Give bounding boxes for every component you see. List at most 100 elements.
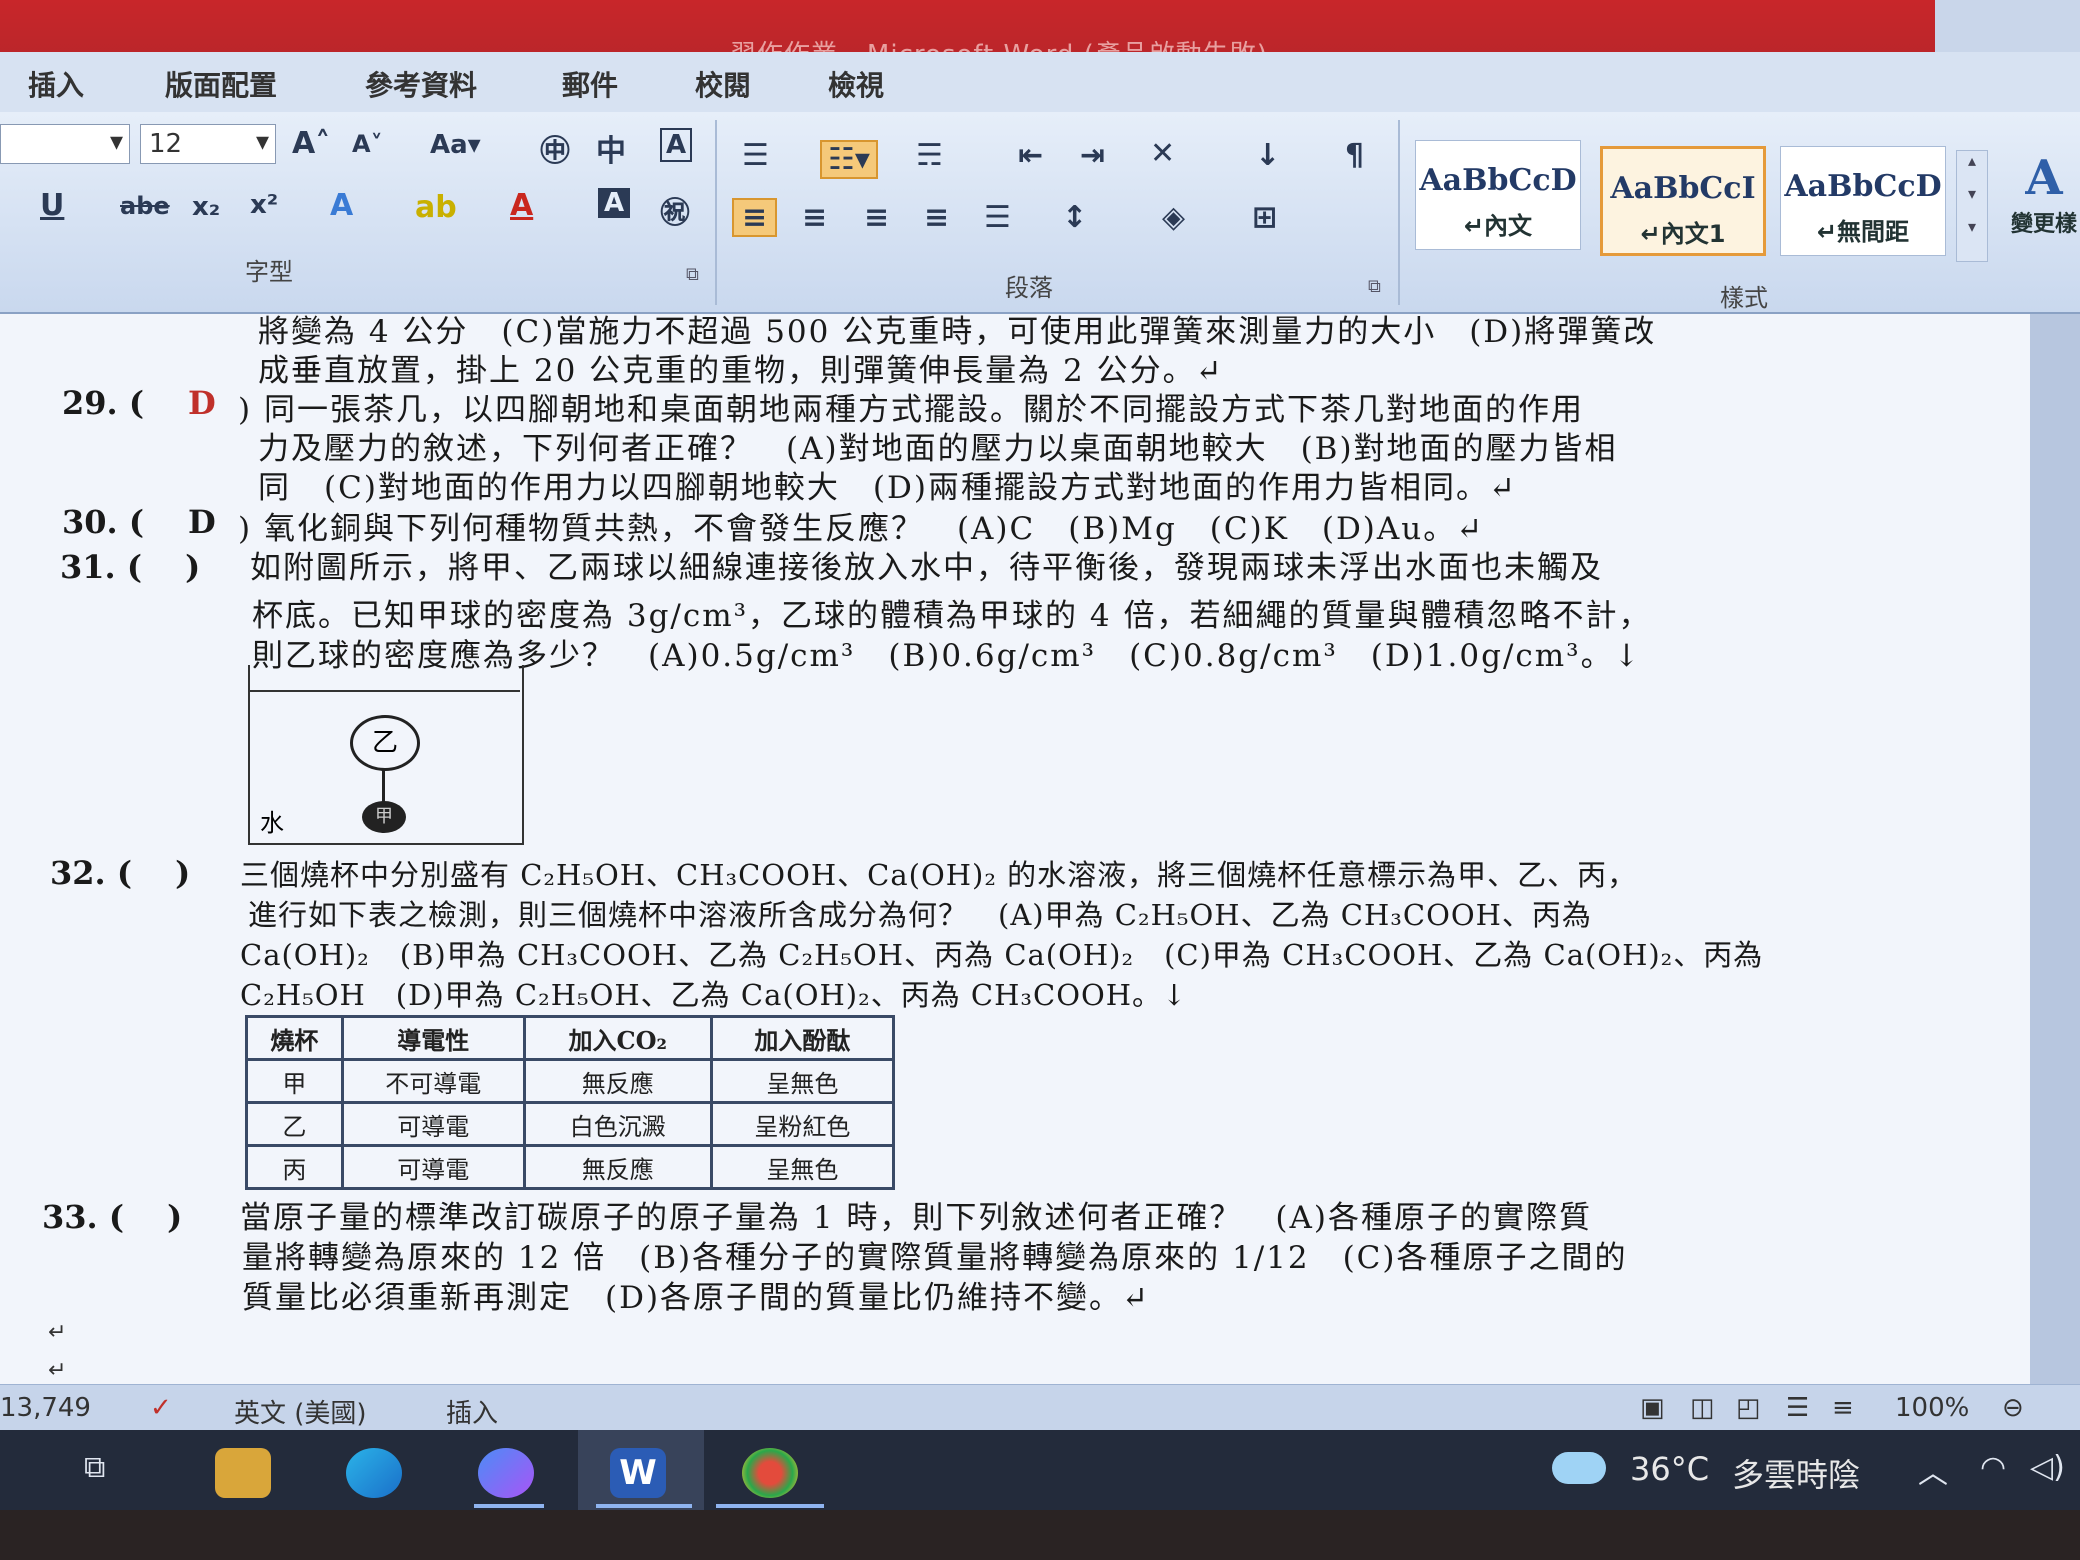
table-cell: 呈粉紅色 <box>709 1101 896 1147</box>
sort-icon[interactable]: ↓ <box>1255 138 1280 173</box>
word-icon[interactable]: W <box>610 1448 666 1498</box>
dialog-launcher-icon[interactable]: ⧉ <box>686 264 699 285</box>
font-size-combo[interactable]: 12 ▾ <box>140 124 276 164</box>
character-border-icon[interactable]: A <box>660 128 693 162</box>
messenger-icon[interactable] <box>478 1448 534 1498</box>
outline-icon[interactable]: ☰ <box>1786 1393 1809 1423</box>
show-formatting-icon[interactable]: ¶ <box>1345 138 1364 173</box>
table-header: 加入酚酞 <box>709 1015 896 1061</box>
draft-icon[interactable]: ≡ <box>1832 1393 1854 1423</box>
grow-font-icon[interactable]: A˄ <box>292 126 330 161</box>
align-center-icon[interactable]: ≡ <box>802 200 827 235</box>
borders-icon[interactable]: ⊞ <box>1252 200 1277 235</box>
tab-mailings[interactable]: 郵件 <box>562 64 618 104</box>
ribbon-separator <box>1398 120 1400 305</box>
style-name: ↵內文 <box>1463 212 1533 240</box>
test-results-table: 燒杯 導電性 加入CO₂ 加入酚酞 甲 不可導電 無反應 呈無色 乙 可導電 白… <box>245 1015 896 1190</box>
tab-references[interactable]: 參考資料 <box>365 64 477 104</box>
enclose-characters-icon[interactable]: ㊗ <box>660 188 690 232</box>
text-effects-icon[interactable]: A <box>330 188 353 223</box>
table-row: 甲 不可導電 無反應 呈無色 <box>245 1058 896 1104</box>
wifi-icon[interactable]: ◠ <box>1980 1450 2006 1485</box>
status-bar: 13,749 ✓ 英文 (美國) 插入 ▣ ◫ ◰ ☰ ≡ 100% ⊖ <box>0 1384 2080 1430</box>
justify-icon[interactable]: ≡ <box>924 200 949 235</box>
file-explorer-icon[interactable] <box>215 1448 271 1498</box>
chevron-down-icon: ▾ <box>1967 184 1977 203</box>
phonetic-guide-icon[interactable]: ㊥ <box>540 126 570 170</box>
table-row: 丙 可導電 無反應 呈無色 <box>245 1144 896 1190</box>
paragraph-group-label: 段落 <box>1005 274 1053 302</box>
cloud-icon <box>1552 1452 1606 1484</box>
word-count[interactable]: 13,749 <box>0 1393 91 1423</box>
table-cell: 呈無色 <box>709 1144 896 1190</box>
highlight-icon[interactable]: ab <box>415 190 457 225</box>
q33-number: 33. ( ) <box>42 1198 183 1236</box>
font-color-icon[interactable]: A <box>510 188 533 223</box>
chinese-layout-icon[interactable]: 中 <box>596 126 626 170</box>
q31-line-2: 杯底。已知甲球的密度為 3g/cm³，乙球的體積為甲球的 4 倍，若細繩的質量與… <box>252 598 1652 634</box>
font-name-combo[interactable]: ▾ <box>0 124 130 164</box>
asian-layout-icon[interactable]: ✕ <box>1150 136 1175 171</box>
q29-answer[interactable]: D <box>188 384 216 422</box>
change-styles-button[interactable]: A 變更樣 <box>2008 150 2080 238</box>
strikethrough-icon[interactable]: abe <box>120 192 170 220</box>
styles-group-label: 樣式 <box>1720 284 1768 312</box>
underline-icon[interactable]: U <box>40 188 64 223</box>
style-normal[interactable]: AaBbCcD ↵內文 <box>1415 140 1581 250</box>
shading-icon[interactable]: ◈ <box>1162 200 1185 235</box>
q31-number: 31. ( ) <box>60 548 201 586</box>
ball-jia: 甲 <box>362 801 406 833</box>
styles-scroll[interactable]: ▴ ▾ ▾ <box>1956 150 1988 262</box>
change-case-icon[interactable]: Aa▾ <box>430 130 481 160</box>
line-spacing-icon[interactable]: ↕ <box>1062 200 1087 235</box>
tab-view[interactable]: 檢視 <box>828 64 884 104</box>
style-no-spacing[interactable]: AaBbCcD ↵無間距 <box>1780 146 1946 256</box>
superscript-icon[interactable]: x² <box>250 190 278 220</box>
web-layout-icon[interactable]: ◰ <box>1736 1393 1761 1423</box>
align-left-icon[interactable]: ≡ <box>732 198 778 237</box>
style-sample: AaBbCcI <box>1610 171 1756 206</box>
zoom-level[interactable]: 100% <box>1895 1393 1969 1423</box>
tab-insert[interactable]: 插入 <box>28 64 84 104</box>
decrease-indent-icon[interactable]: ⇤ <box>1018 138 1043 173</box>
q31-line-1: 如附圖所示，將甲、乙兩球以細線連接後放入水中，待平衡後，發現兩球未浮出水面也未觸… <box>250 550 1603 586</box>
q29-line-3: 同 (C)對地面的作用力以四腳朝地較大 (D)兩種擺設方式對地面的作用力皆相同。… <box>258 470 1517 506</box>
numbering-icon[interactable]: ☷▾ <box>820 140 878 179</box>
style-normal1[interactable]: AaBbCcI ↵內文1 <box>1600 146 1766 256</box>
task-view-icon[interactable]: ⧉ <box>84 1450 105 1485</box>
language-status[interactable]: 英文 (美國) <box>234 1393 367 1430</box>
screen: 習作作業 - Microsoft Word (產品啟動失敗) 插入 版面配置 參… <box>0 0 2080 1430</box>
beaker-figure: 乙 甲 水 <box>248 665 524 845</box>
dialog-launcher-icon[interactable]: ⧉ <box>1368 276 1381 297</box>
table-cell: 可導電 <box>340 1144 526 1190</box>
volume-icon[interactable]: ◁) <box>2030 1450 2065 1485</box>
edge-icon[interactable] <box>346 1448 402 1498</box>
weather-desc[interactable]: 多雲時陰 <box>1732 1450 1860 1496</box>
q30-number: 30. ( <box>62 503 144 541</box>
active-indicator <box>596 1504 692 1508</box>
full-screen-reading-icon[interactable]: ◫ <box>1690 1393 1715 1423</box>
align-right-icon[interactable]: ≡ <box>864 200 889 235</box>
multilevel-list-icon[interactable]: ☴ <box>916 138 943 173</box>
increase-indent-icon[interactable]: ⇥ <box>1080 138 1105 173</box>
subscript-icon[interactable]: x₂ <box>192 192 220 222</box>
weather-temp[interactable]: 36°C <box>1630 1450 1709 1488</box>
paragraph-mark-icon: ↵ <box>48 1358 67 1383</box>
print-layout-icon[interactable]: ▣ <box>1640 1393 1665 1423</box>
q29-number: 29. ( <box>62 384 144 422</box>
string-line <box>382 769 385 803</box>
bullets-icon[interactable]: ☰ <box>742 138 769 173</box>
chrome-icon[interactable] <box>742 1448 798 1498</box>
chevron-up-icon[interactable]: ︿ <box>1918 1448 1948 1492</box>
tab-page-layout[interactable]: 版面配置 <box>165 64 277 104</box>
tab-review[interactable]: 校閱 <box>695 64 751 104</box>
shrink-font-icon[interactable]: A˅ <box>352 130 383 158</box>
font-group-label: 字型 <box>245 258 293 286</box>
character-shading-icon[interactable]: A <box>598 188 631 218</box>
monitor-bezel <box>0 1510 2080 1560</box>
zoom-out-icon[interactable]: ⊖ <box>2002 1393 2024 1423</box>
q30-answer[interactable]: D <box>188 503 216 541</box>
insert-mode[interactable]: 插入 <box>446 1393 498 1430</box>
proofing-icon[interactable]: ✓ <box>150 1393 172 1423</box>
distributed-icon[interactable]: ☰ <box>984 200 1011 235</box>
